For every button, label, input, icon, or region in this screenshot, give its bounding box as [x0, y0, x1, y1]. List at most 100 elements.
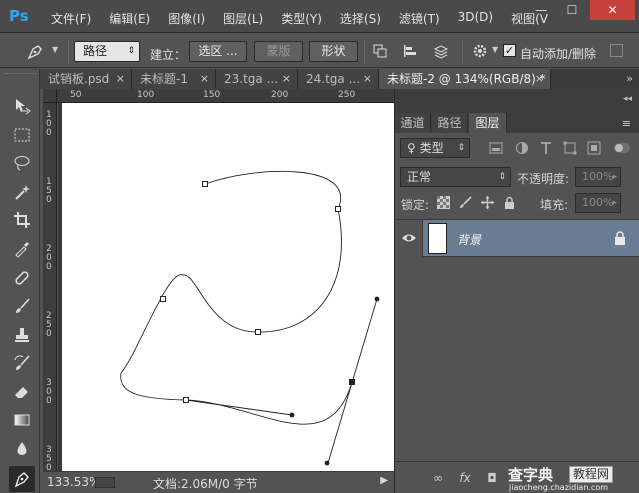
filter-smart-object-icon[interactable] [587, 141, 601, 155]
tool-preset-arrow-icon[interactable]: ▼ [52, 45, 58, 54]
ruler-tick: 3 5 0 [46, 445, 52, 473]
eyedropper-tool[interactable] [11, 238, 33, 260]
menu-3d[interactable]: 3D(D) [458, 10, 493, 27]
filter-type-icon[interactable] [539, 141, 553, 155]
menu-image[interactable]: 图像(I) [168, 10, 205, 27]
link-layers-icon[interactable]: ∞ [430, 470, 446, 486]
blend-mode-dropdown[interactable]: 正常 ⇕ [400, 167, 511, 187]
ruler-vertical[interactable]: 1 0 0 1 5 0 2 0 0 2 5 0 3 0 0 3 5 0 [43, 103, 57, 473]
settings-arrow-icon[interactable]: ▼ [492, 45, 498, 54]
gradient-tool[interactable] [11, 409, 33, 431]
close-button[interactable]: ✕ [590, 0, 635, 20]
menu-type[interactable]: 类型(Y) [281, 10, 322, 27]
brush-tool[interactable] [11, 295, 33, 317]
lock-brush-icon[interactable] [459, 196, 472, 209]
zoom-slider-icon[interactable] [95, 477, 115, 488]
canvas-area[interactable] [58, 103, 394, 471]
eraser-icon [15, 387, 28, 398]
selection-button[interactable]: 选区 ... [189, 41, 247, 62]
fill-value: 100% [582, 196, 614, 209]
fill-field[interactable]: 100% ▸ [575, 193, 621, 213]
tab-close-icon[interactable]: × [282, 69, 291, 89]
move-tool[interactable] [11, 95, 33, 117]
clone-stamp-tool[interactable] [11, 324, 33, 346]
lock-all-icon[interactable] [503, 196, 516, 209]
layers-panel: ◂◂ 通道 路径 图层 ≡ ♀ 类型 ⇕ 正常 ⇕ 不透明度: 100% ▸ 锁… [394, 89, 639, 493]
tab-close-icon[interactable]: × [363, 69, 372, 89]
opacity-field[interactable]: 100% ▸ [575, 167, 621, 187]
tab-close-icon[interactable]: × [200, 69, 209, 89]
pen-tool-icon[interactable] [26, 43, 44, 61]
menu-edit[interactable]: 编辑(E) [109, 10, 150, 27]
eraser-tool[interactable] [11, 381, 33, 403]
tab-document[interactable]: 24.tga ... × [298, 69, 379, 89]
menu-layer[interactable]: 图层(L) [223, 10, 263, 27]
history-brush-tool[interactable] [11, 352, 33, 374]
blur-tool[interactable] [11, 438, 33, 460]
layer-kind-dropdown[interactable]: ♀ 类型 ⇕ [400, 138, 470, 158]
layer-row-background[interactable]: 背景 [395, 219, 639, 258]
path-arrangement-icon[interactable] [433, 43, 449, 59]
toolbox-grip[interactable] [4, 73, 36, 75]
panel-header: ◂◂ [395, 89, 639, 113]
healing-brush-tool[interactable] [11, 267, 33, 289]
menu-file[interactable]: 文件(F) [51, 10, 91, 27]
menu-filter[interactable]: 滤镜(T) [399, 10, 440, 27]
make-label: 建立： [150, 48, 187, 62]
document-info: 文档:2.06M/0 字节 [153, 477, 258, 491]
mask-button[interactable]: 蒙版 [254, 41, 303, 62]
maximize-button[interactable]: ☐ [559, 0, 585, 20]
separator [364, 40, 365, 64]
auto-add-delete-checkbox[interactable]: ✓ [503, 44, 516, 57]
layer-name[interactable]: 背景 [457, 231, 481, 248]
zoom-level[interactable]: 133.53% [47, 475, 100, 489]
path-operations-icon[interactable] [372, 43, 388, 59]
layer-style-icon[interactable]: fx [457, 470, 473, 486]
tab-label: 23.tga ... [224, 72, 279, 86]
tab-document-active[interactable]: 未标题-2 @ 134%(RGB/8) * × [379, 69, 551, 89]
crop-tool[interactable] [11, 209, 33, 231]
marquee-tool[interactable] [11, 124, 33, 146]
align-edges-checkbox[interactable] [610, 44, 623, 57]
options-bar: ▼ 路径 ⇕ 建立： 选区 ... 蒙版 形状 ▼ ✓ 自动添加/删除 [0, 34, 639, 68]
filter-adjustment-icon[interactable] [515, 141, 529, 155]
tab-layers[interactable]: 图层 [469, 113, 507, 133]
panel-bottom-bar: ∞ fx ◘ 查字典 教程网 jiaocheng.chazidian.com [395, 461, 639, 493]
tab-close-icon[interactable]: × [116, 69, 125, 89]
panel-menu-icon[interactable]: ≡ [622, 117, 631, 130]
tab-channels[interactable]: 通道 [395, 113, 431, 133]
filter-toggle-icon[interactable] [613, 139, 631, 157]
pen-tool[interactable] [9, 466, 35, 492]
lasso-tool[interactable] [11, 152, 33, 174]
collapse-panel-icon[interactable]: ◂◂ [623, 94, 632, 104]
filter-pixel-icon[interactable] [489, 141, 503, 155]
lock-transparency-icon[interactable] [437, 196, 450, 209]
lock-position-icon[interactable] [481, 196, 494, 209]
gear-icon[interactable] [472, 43, 488, 59]
layer-mask-icon[interactable]: ◘ [484, 470, 500, 486]
visibility-toggle[interactable] [395, 220, 423, 258]
tab-document[interactable]: 未标题-1 × [132, 69, 216, 89]
status-menu-arrow-icon[interactable]: ▶ [380, 475, 388, 486]
minimize-button[interactable]: — [528, 0, 554, 20]
filter-shape-icon[interactable] [563, 141, 577, 155]
watermark-box: 教程网 [569, 466, 614, 483]
mode-dropdown-value: 路径 [83, 44, 108, 58]
path-alignment-icon[interactable] [402, 43, 418, 59]
tab-close-icon[interactable]: × [535, 69, 544, 89]
tab-document[interactable]: 23.tga ... × [216, 69, 298, 89]
more-tabs-icon[interactable]: » [626, 69, 633, 89]
lock-row: 锁定: 填充: 100% ▸ [395, 190, 639, 217]
ruler-origin[interactable] [43, 89, 57, 103]
tab-paths[interactable]: 路径 [432, 113, 468, 133]
opacity-value: 100% [582, 170, 614, 183]
magic-wand-tool[interactable] [11, 181, 33, 203]
status-bar: 133.53% 文档:2.06M/0 字节 ▶ [43, 471, 396, 493]
ruler-tick: 50 [70, 90, 82, 100]
mode-dropdown[interactable]: 路径 ⇕ [74, 41, 140, 62]
menu-select[interactable]: 选择(S) [340, 10, 381, 27]
ruler-horizontal[interactable]: 50 100 150 200 250 [43, 89, 396, 103]
tab-document[interactable]: 试销板.psd × [40, 69, 132, 89]
path-drawing[interactable] [58, 103, 394, 471]
shape-button[interactable]: 形状 [309, 41, 358, 62]
